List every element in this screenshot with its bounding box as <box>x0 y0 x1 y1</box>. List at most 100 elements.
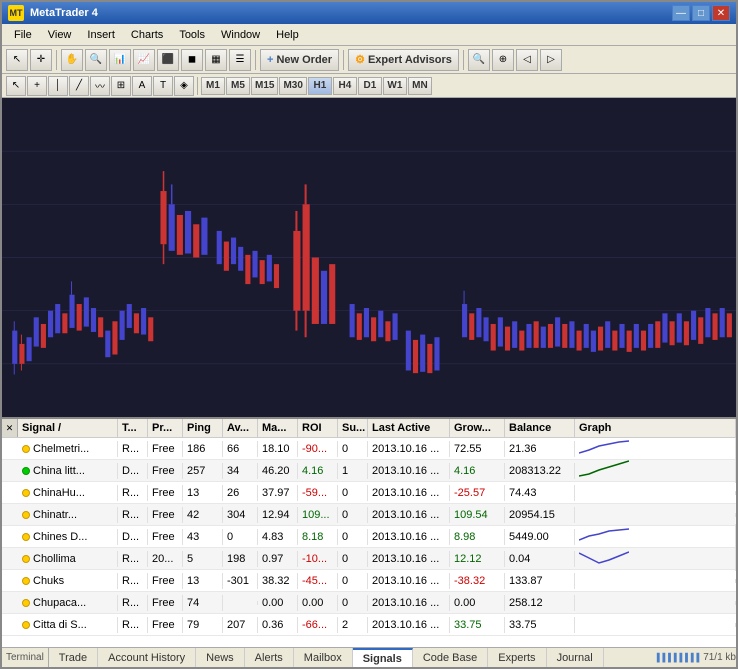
cell-la: 2013.10.16 ... <box>368 441 450 457</box>
grid-tool[interactable]: ⊞ <box>111 76 131 96</box>
tf-d1[interactable]: D1 <box>358 77 382 95</box>
cell-ma: 46.20 <box>258 463 298 479</box>
col-balance-header[interactable]: Balance <box>505 419 575 437</box>
menu-bar: FileViewInsertChartsToolsWindowHelp <box>2 24 736 46</box>
tab-signals[interactable]: Signals <box>353 648 413 667</box>
menu-item-tools[interactable]: Tools <box>171 27 213 43</box>
tf-mn[interactable]: MN <box>408 77 432 95</box>
col-av-header[interactable]: Av... <box>223 419 258 437</box>
cell-balance: 5449.00 <box>505 529 575 545</box>
text2-tool[interactable]: T <box>153 76 173 96</box>
table-row[interactable]: Chinatr... R... Free 42 304 12.94 109...… <box>2 504 736 526</box>
tab-alerts[interactable]: Alerts <box>245 648 294 667</box>
menu-item-file[interactable]: File <box>6 27 40 43</box>
arrow-tool-btn[interactable]: ↖ <box>6 49 28 71</box>
tab-journal[interactable]: Journal <box>547 648 604 667</box>
cell-grow: 72.55 <box>450 441 505 457</box>
cell-su: 0 <box>338 529 368 545</box>
col-la-header[interactable]: Last Active <box>368 419 450 437</box>
sep4 <box>463 50 464 70</box>
col-ma-header[interactable]: Ma... <box>258 419 298 437</box>
color-tool[interactable]: ◈ <box>174 76 194 96</box>
zoom-in-btn2[interactable]: ⊕ <box>492 49 514 71</box>
col-grow-header[interactable]: Grow... <box>450 419 505 437</box>
tf-m15[interactable]: M15 <box>251 77 278 95</box>
scroll-btn[interactable]: ◁ <box>516 49 538 71</box>
chart2-btn[interactable]: 📈 <box>133 49 155 71</box>
zoom-out-btn2[interactable]: 🔍 <box>468 49 490 71</box>
tf-h4[interactable]: H4 <box>333 77 357 95</box>
hand-tool-btn[interactable]: ✋ <box>61 49 83 71</box>
menu-item-window[interactable]: Window <box>213 27 268 43</box>
diag-tool[interactable]: ╱ <box>69 76 89 96</box>
title-bar: MT MetaTrader 4 — □ ✕ <box>2 2 736 24</box>
cell-ping: 13 <box>183 485 223 501</box>
cell-graph <box>575 623 736 627</box>
cell-grow: 0.00 <box>450 595 505 611</box>
cursor-tool[interactable]: ↖ <box>6 76 26 96</box>
kb-display: 71/1 kb <box>703 652 736 663</box>
menu-item-help[interactable]: Help <box>268 27 307 43</box>
minimize-button[interactable]: — <box>672 5 690 21</box>
zoom-in-btn[interactable]: 🔍 <box>85 49 107 71</box>
tab-codebase[interactable]: Code Base <box>413 648 488 667</box>
col-graph-header[interactable]: Graph <box>575 419 736 437</box>
cell-ma: 18.10 <box>258 441 298 457</box>
panel-close-btn[interactable]: ✕ <box>2 419 18 437</box>
line-tool[interactable]: │ <box>48 76 68 96</box>
menu-item-view[interactable]: View <box>40 27 80 43</box>
signal-dot <box>22 533 30 541</box>
chart6-btn[interactable]: ☰ <box>229 49 251 71</box>
cell-roi: -90... <box>298 441 338 457</box>
menu-item-charts[interactable]: Charts <box>123 27 171 43</box>
wave-tool[interactable]: 〰 <box>90 76 110 96</box>
tf-h1[interactable]: H1 <box>308 77 332 95</box>
cell-graph <box>575 601 736 605</box>
table-row[interactable]: Chines D... D... Free 43 0 4.83 8.18 0 2… <box>2 526 736 548</box>
text-tool[interactable]: A <box>132 76 152 96</box>
menu-item-insert[interactable]: Insert <box>79 27 123 43</box>
maximize-button[interactable]: □ <box>692 5 710 21</box>
chart-area[interactable] <box>2 98 736 417</box>
cell-roi: 8.18 <box>298 529 338 545</box>
tab-experts[interactable]: Experts <box>488 648 546 667</box>
expert-advisors-btn[interactable]: ⚙ Expert Advisors <box>348 49 459 71</box>
col-signal-header[interactable]: Signal / <box>18 419 118 437</box>
tf-m30[interactable]: M30 <box>279 77 306 95</box>
table-row[interactable]: Citta di S... R... Free 79 207 0.36 -66.… <box>2 614 736 636</box>
tf-m5[interactable]: M5 <box>226 77 250 95</box>
col-ping-header[interactable]: Ping <box>183 419 223 437</box>
tab-account-history[interactable]: Account History <box>98 648 196 667</box>
tf-w1[interactable]: W1 <box>383 77 407 95</box>
chart4-btn[interactable]: ◼ <box>181 49 203 71</box>
chart5-btn[interactable]: ▦ <box>205 49 227 71</box>
col-su-header[interactable]: Su... <box>338 419 368 437</box>
table-row[interactable]: China litt... D... Free 257 34 46.20 4.1… <box>2 460 736 482</box>
cell-balance: 33.75 <box>505 617 575 633</box>
cell-pr: Free <box>148 529 183 545</box>
scroll2-btn[interactable]: ▷ <box>540 49 562 71</box>
chart3-btn[interactable]: ⬛ <box>157 49 179 71</box>
col-t-header[interactable]: T... <box>118 419 148 437</box>
table-row[interactable]: ChinaHu... R... Free 13 26 37.97 -59... … <box>2 482 736 504</box>
tab-mailbox[interactable]: Mailbox <box>294 648 353 667</box>
status-bar: ▐▐▐▐▐▐▐▐ 71/1 kb <box>654 652 736 663</box>
tab-news[interactable]: News <box>196 648 245 667</box>
col-pr-header[interactable]: Pr... <box>148 419 183 437</box>
col-roi-header[interactable]: ROI <box>298 419 338 437</box>
cross-tool[interactable]: + <box>27 76 47 96</box>
tab-trade[interactable]: Trade <box>49 648 98 667</box>
table-row[interactable]: Chuks R... Free 13 -301 38.32 -45... 0 2… <box>2 570 736 592</box>
table-row[interactable]: Chupaca... R... Free 74 0.00 0.00 0 2013… <box>2 592 736 614</box>
chart-btn[interactable]: 📊 <box>109 49 131 71</box>
new-order-btn[interactable]: + New Order <box>260 49 339 71</box>
signal-dot <box>22 621 30 629</box>
cell-graph <box>575 458 736 483</box>
cross-tool-btn[interactable]: ✛ <box>30 49 52 71</box>
cell-t: D... <box>118 463 148 479</box>
table-row[interactable]: Chollima R... 20... 5 198 0.97 -10... 0 … <box>2 548 736 570</box>
close-button[interactable]: ✕ <box>712 5 730 21</box>
tf-m1[interactable]: M1 <box>201 77 225 95</box>
cell-roi: 4.16 <box>298 463 338 479</box>
table-row[interactable]: Chelmetri... R... Free 186 66 18.10 -90.… <box>2 438 736 460</box>
